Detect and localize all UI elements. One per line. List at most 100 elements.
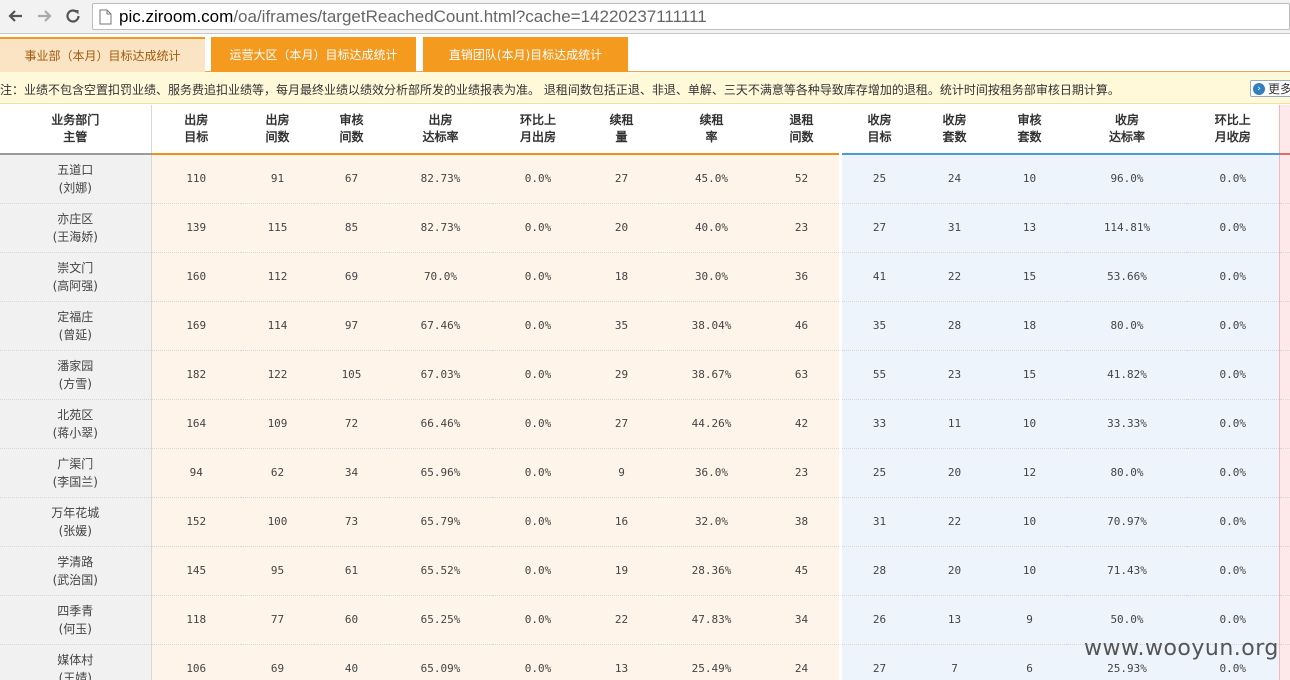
table-cell: 35 [584,301,659,351]
table-cell: 52 [764,154,839,204]
col-dept: 业务部门 主管 [0,105,152,155]
table-cell: 13 [992,203,1067,253]
table-cell: 9 [992,595,1067,645]
table-cell: 152 [151,497,241,547]
tab-region-stats[interactable]: 运营大区（本月）目标达成统计 [211,37,416,72]
dept-name: 五道口 [57,162,94,177]
table-cell: 20 [917,448,992,498]
table-cell: 182 [151,350,241,400]
table-row: 定福庄 (曾延) 169 114 97 67.46% 0.0% 35 38.04% 46 35 28 1… [0,301,1290,351]
col-header-line: 续租 [699,113,724,127]
watermark-text: www.wooyun.org [1084,636,1279,661]
table-cell: 67.46% [389,301,492,351]
reload-icon[interactable] [62,5,84,27]
column-edge [1278,301,1290,351]
col-header-line: 月收房 [1214,130,1251,144]
col-out-rate: 出房 达标率 [389,105,492,155]
dept-cell: 五道口 (刘娜) [0,154,152,204]
table-cell: 25 [842,448,917,498]
col-header-line: 间数 [789,130,814,144]
table-cell: 34 [314,448,389,498]
table-cell: 34 [764,595,839,645]
column-edge [1278,644,1290,680]
col-header-line: 间数 [265,130,290,144]
tab-direct-team-stats[interactable]: 直销团队(本月)目标达成统计 [423,37,628,72]
table-cell: 36 [764,252,839,302]
col-out-mom: 环比上 月出房 [492,105,584,155]
table-cell: 70.97% [1067,497,1187,547]
table-cell: 36.0% [659,448,764,498]
table-cell: 85 [314,203,389,253]
table-cell: 12 [992,448,1067,498]
dept-cell: 北苑区 (蒋小翠) [0,399,152,449]
table-cell: 33.33% [1067,399,1187,449]
col-in-mom: 环比上 月收房 [1187,105,1279,155]
table-cell: 115 [241,203,314,253]
stats-table: 业务部门 主管 出房 目标 出房 间数 审核 间数 出房 达标率 环比上 月出房 续租量 续… [0,105,1290,680]
back-arrow-icon[interactable] [5,5,27,27]
dept-cell: 亦庄区 (王海娇) [0,203,152,253]
col-header-line: 率 [705,130,718,144]
table-cell: 26 [842,595,917,645]
table-cell: 20 [917,546,992,596]
col-header-line: 收房 [1114,113,1139,127]
table-cell: 18 [992,301,1067,351]
manager-name: (王婧) [58,670,92,680]
table-cell: 169 [151,301,241,351]
col-header-line: 达标率 [422,130,459,144]
table-row: 亦庄区 (王海娇) 139 115 85 82.73% 0.0% 20 40.0% 23 27 31 1… [0,203,1290,253]
col-audit-units: 审核 套数 [992,105,1067,155]
column-edge [1278,497,1290,547]
column-edge [1278,399,1290,449]
table-cell: 65.25% [389,595,492,645]
table-cell: 38.04% [659,301,764,351]
table-cell: 63 [764,350,839,400]
table-cell: 22 [917,252,992,302]
url-host: pic.ziroom.com [119,7,234,26]
table-cell: 15 [992,350,1067,400]
col-header-line: 间数 [339,130,364,144]
table-cell: 114.81% [1067,203,1187,253]
table-cell: 66.46% [389,399,492,449]
dept-name: 亦庄区 [57,211,94,226]
table-cell: 27 [842,644,917,680]
table-cell: 11 [917,399,992,449]
table-cell: 55 [842,350,917,400]
table-cell: 47.83% [659,595,764,645]
col-in-target: 收房 目标 [842,105,917,155]
dept-cell: 定福庄 (曾延) [0,301,152,351]
table-cell: 160 [151,252,241,302]
table-cell: 71.43% [1067,546,1187,596]
table-cell: 0.0% [492,497,584,547]
manager-name: (何玉) [58,621,92,636]
table-cell: 31 [917,203,992,253]
manager-name: (王海娇) [52,229,98,244]
dept-name: 潘家园 [57,358,94,373]
table-cell: 32.0% [659,497,764,547]
col-checkout-rooms: 退租 间数 [764,105,839,155]
manager-name: (刘娜) [58,180,92,195]
column-edge [1278,154,1290,204]
col-out-rooms: 出房 间数 [241,105,314,155]
dept-cell: 万年花城 (张媛) [0,497,152,547]
dept-cell: 媒体村 (王婧) [0,644,152,680]
table-cell: 0.0% [492,448,584,498]
table-cell: 38 [764,497,839,547]
dept-name: 学清路 [57,554,94,569]
table-cell: 22 [584,595,659,645]
table-cell: 105 [314,350,389,400]
table-cell: 45.0% [659,154,764,204]
table-cell: 67.03% [389,350,492,400]
column-edge [1278,546,1290,596]
address-bar[interactable]: pic.ziroom.com/oa/iframes/targetReachedC… [92,3,1290,30]
tab-division-stats[interactable]: 事业部（本月）目标达成统计 [0,37,205,72]
table-cell: 18 [584,252,659,302]
table-cell: 65.79% [389,497,492,547]
forward-arrow-icon[interactable] [33,5,55,27]
table-cell: 19 [584,546,659,596]
table-cell: 65.09% [389,644,492,680]
column-edge [1278,252,1290,302]
more-button[interactable]: › 更多 [1250,80,1290,97]
table-cell: 70.0% [389,252,492,302]
table-cell: 0.0% [492,301,584,351]
